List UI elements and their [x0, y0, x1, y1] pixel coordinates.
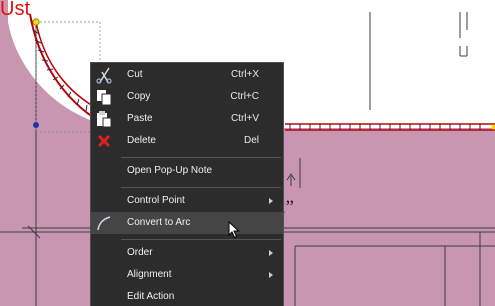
submenu-arrow-icon [269, 198, 273, 204]
menu-item-label: Open Pop-Up Note [127, 165, 213, 176]
menu-item-shortcut: Ctrl+X [230, 69, 259, 80]
menu-item-label: Order [127, 247, 153, 258]
menu-item-copy[interactable]: Copy Ctrl+C [91, 86, 283, 108]
submenu-arrow-icon [269, 272, 273, 278]
menu-item-cut[interactable]: Cut Ctrl+X [91, 64, 283, 86]
context-menu: Cut Ctrl+X Copy Ctrl+C Paste Ctrl+V Dele… [90, 62, 284, 306]
scissors-icon [96, 67, 112, 84]
menu-item-shortcut: Del [243, 135, 259, 146]
menu-item-label: Edit Action [127, 291, 175, 302]
control-point-blue [33, 122, 39, 128]
menu-item-label: Delete [127, 135, 156, 146]
menu-separator [121, 187, 281, 188]
menu-item-delete[interactable]: Delete Del [91, 130, 283, 152]
copy-icon [97, 90, 112, 106]
menu-item-alignment[interactable]: Alignment [91, 264, 283, 286]
menu-item-label: Convert to Arc [127, 217, 191, 228]
mouse-cursor-icon [228, 221, 240, 239]
corner-label: Ust [0, 0, 30, 20]
control-point-yellow [32, 18, 40, 26]
paste-icon [97, 111, 112, 128]
menu-separator [121, 157, 281, 158]
menu-item-convert-to-arc[interactable]: Convert to Arc [91, 212, 283, 234]
menu-item-label: Copy [127, 91, 151, 102]
submenu-arrow-icon [269, 250, 273, 256]
delete-icon [97, 134, 111, 148]
menu-item-label: Control Point [127, 195, 185, 206]
menu-item-edit-action[interactable]: Edit Action [91, 286, 283, 306]
menu-item-shortcut: Ctrl+C [230, 91, 259, 102]
menu-item-label: Alignment [127, 269, 172, 280]
menu-item-open-popup-note[interactable]: Open Pop-Up Note [91, 160, 283, 182]
menu-item-control-point[interactable]: Control Point [91, 190, 283, 212]
menu-item-shortcut: Ctrl+V [230, 113, 259, 124]
menu-item-paste[interactable]: Paste Ctrl+V [91, 108, 283, 130]
menu-item-label: Cut [127, 69, 143, 80]
menu-separator [121, 239, 281, 240]
menu-item-label: Paste [127, 113, 153, 124]
arc-icon [97, 216, 111, 231]
menu-item-order[interactable]: Order [91, 242, 283, 264]
